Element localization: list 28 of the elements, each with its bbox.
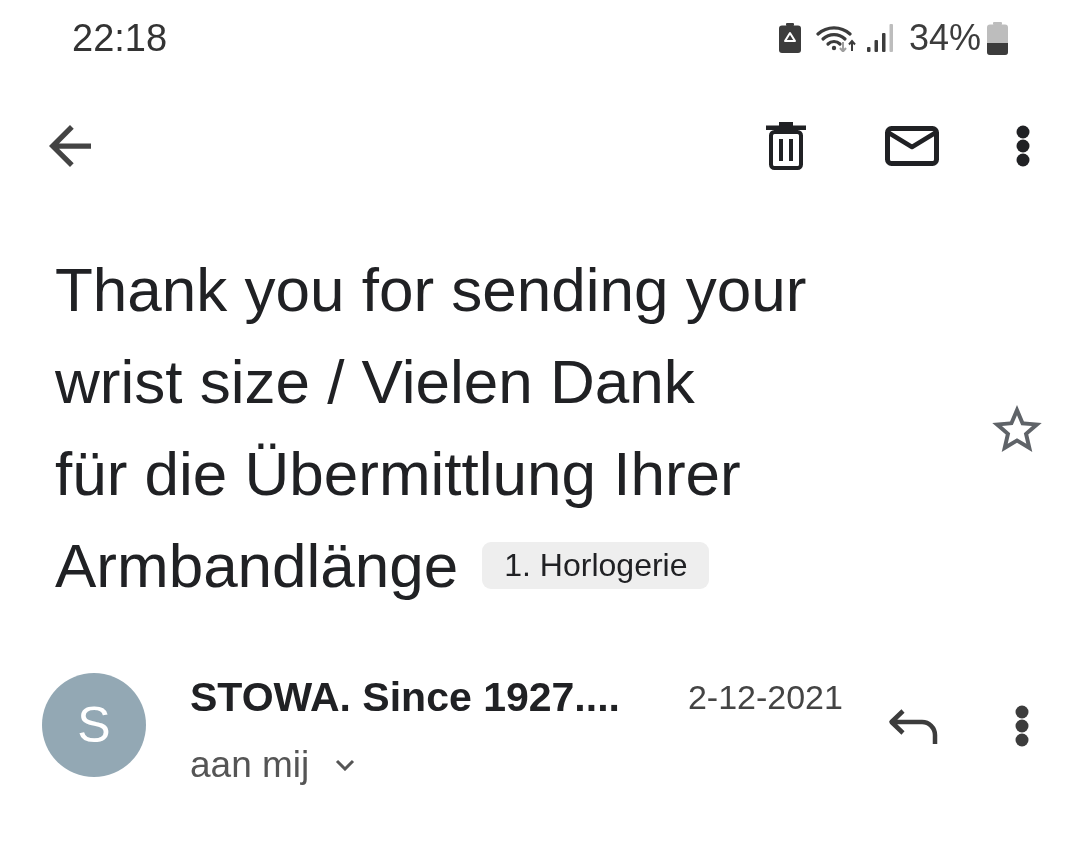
- back-button[interactable]: [49, 125, 91, 167]
- reply-arrow-icon: [888, 708, 938, 746]
- delete-button[interactable]: [766, 122, 806, 170]
- status-time: 22:18: [72, 16, 168, 60]
- chevron-down-icon: [335, 759, 356, 771]
- battery-percentage: 34%: [908, 16, 981, 60]
- mail-icon: [885, 126, 939, 166]
- label-tag: 1. Horlogerie: [482, 541, 710, 589]
- star-outline-icon[interactable]: [992, 404, 1042, 452]
- subject-line: für die Übermittlung Ihrer: [55, 438, 741, 510]
- wifi-icon: [815, 24, 858, 52]
- back-arrow-icon: [49, 125, 91, 167]
- sender-avatar: S: [42, 673, 146, 777]
- reply-button[interactable]: [888, 708, 938, 746]
- signal-icon: [866, 24, 894, 52]
- mark-unread-button[interactable]: [885, 126, 939, 166]
- battery-icon: [987, 21, 1008, 55]
- more-vertical-icon: [1016, 125, 1030, 167]
- message-date: 2-12-2021: [687, 677, 843, 718]
- subject-line: Armbandlänge: [55, 530, 459, 602]
- more-options-button[interactable]: [1016, 125, 1030, 167]
- message-more-button[interactable]: [1015, 705, 1029, 747]
- subject-line: wrist size / Vielen Dank: [55, 346, 695, 418]
- subject-line: Thank you for sending your: [55, 254, 807, 326]
- trash-icon: [766, 122, 806, 170]
- sender-name: STOWA. Since 1927....: [190, 673, 620, 721]
- recipient-details-button[interactable]: aan mij: [190, 741, 356, 789]
- more-vertical-icon: [1015, 705, 1029, 747]
